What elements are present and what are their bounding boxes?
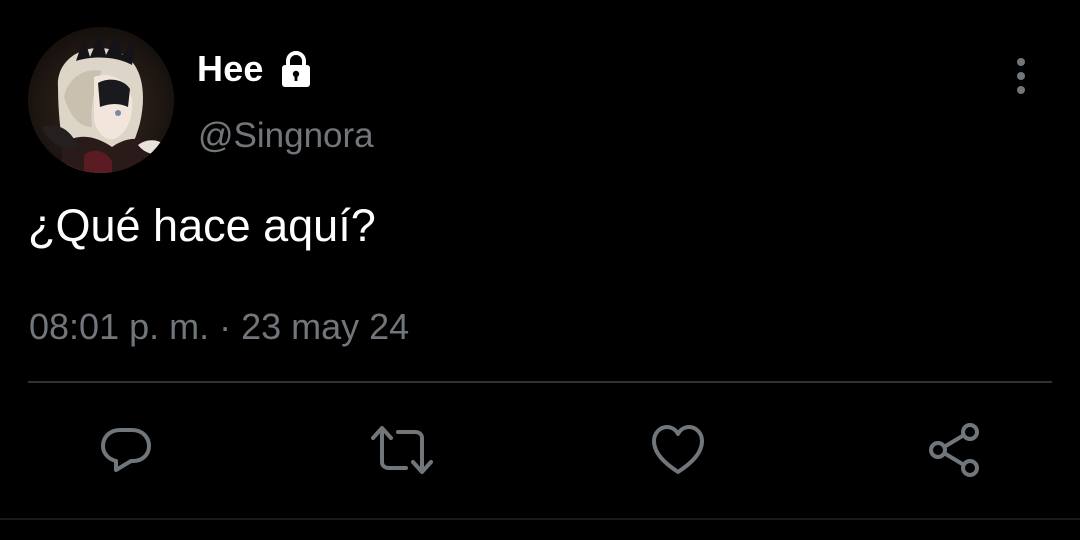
more-options-button[interactable] <box>1002 54 1040 98</box>
like-button[interactable] <box>646 418 710 482</box>
tweet-text: ¿Qué hace aquí? <box>28 200 376 251</box>
share-icon <box>929 423 979 477</box>
avatar[interactable] <box>28 27 174 173</box>
retweet-button[interactable] <box>370 418 434 482</box>
share-button[interactable] <box>922 418 986 482</box>
tweet-timestamp[interactable]: 08:01 p. m. · 23 may 24 <box>29 306 409 348</box>
lock-icon <box>275 48 317 90</box>
divider <box>28 381 1052 383</box>
author-name-row[interactable]: Hee <box>197 46 317 92</box>
reply-button[interactable] <box>94 418 158 482</box>
tweet-detail: Hee @Singnora ¿Qué hace aquí? 08:01 p. m… <box>0 0 1080 540</box>
heart-icon <box>652 425 704 474</box>
display-name[interactable]: Hee <box>197 48 264 90</box>
bottom-divider <box>0 518 1080 520</box>
reply-icon <box>101 428 151 472</box>
more-vertical-icon <box>1017 58 1025 94</box>
avatar-image <box>28 27 174 173</box>
user-handle[interactable]: @Singnora <box>198 116 374 156</box>
retweet-icon <box>371 426 433 474</box>
